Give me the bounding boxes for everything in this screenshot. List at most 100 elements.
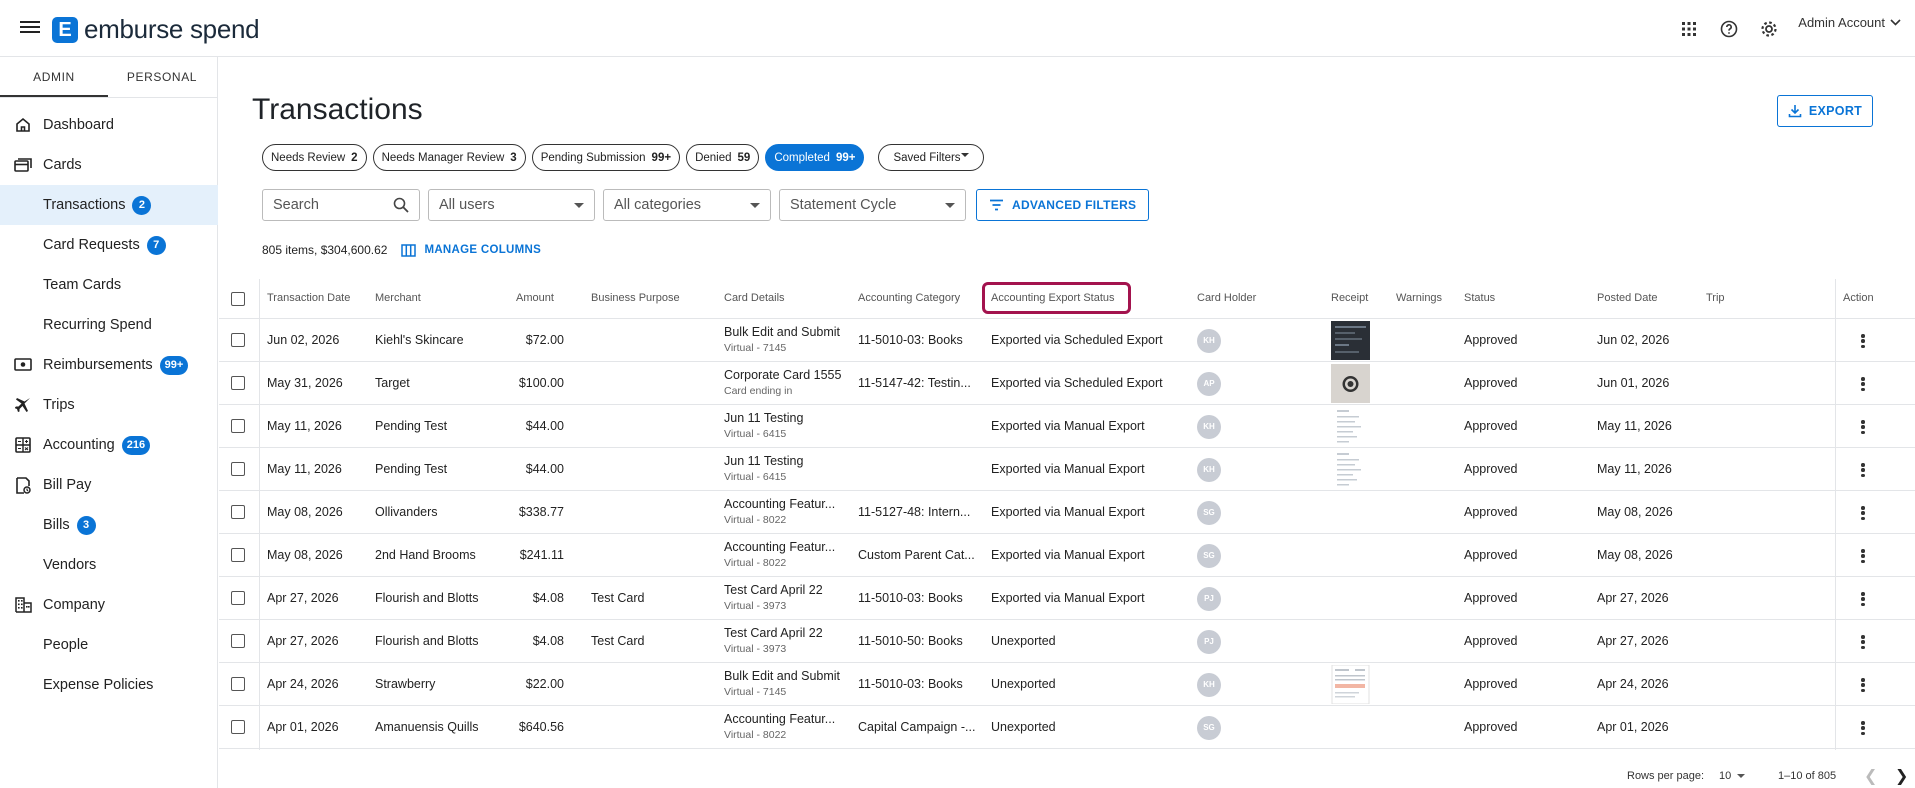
statement-cycle-select[interactable]: Statement Cycle (779, 189, 966, 221)
table-row[interactable]: May 31, 2026 Target $100.00 Corporate Card … (219, 362, 1915, 405)
filter-chip-pending-submission[interactable]: Pending Submission 99+ (531, 144, 681, 171)
search-placeholder: Search (273, 197, 319, 213)
sidebar-item-people[interactable]: People (0, 625, 218, 665)
sidebar-item-card-requests[interactable]: Card Requests 7 (0, 225, 218, 265)
receipt-thumbnail[interactable] (1331, 664, 1370, 705)
more-actions-icon[interactable] (1855, 418, 1871, 436)
export-status: Exported via Manual Export (991, 548, 1145, 562)
more-actions-icon[interactable] (1855, 719, 1871, 737)
amount: $44.00 (525, 419, 564, 433)
filter-chip-denied[interactable]: Denied 59 (686, 144, 760, 171)
export-button[interactable]: EXPORT (1777, 95, 1873, 127)
column-header-accounting-export-status[interactable]: Accounting Export Status (991, 292, 1115, 304)
table-row[interactable]: May 11, 2026 Pending Test $44.00 Jun 11 Tes… (219, 448, 1915, 491)
column-header-card-details[interactable]: Card Details (724, 292, 785, 304)
sidebar-item-trips[interactable]: Trips (0, 385, 218, 425)
apps-grid-icon[interactable] (1678, 18, 1700, 40)
more-actions-icon[interactable] (1855, 375, 1871, 393)
count-badge: 7 (146, 235, 166, 255)
column-header-status[interactable]: Status (1464, 292, 1495, 304)
column-header-posted-date[interactable]: Posted Date (1597, 292, 1658, 304)
sidebar-nav: Dashboard Cards Transactions 2 Card Requests… (0, 105, 218, 705)
more-actions-icon[interactable] (1855, 547, 1871, 565)
column-header-amount[interactable]: Amount (516, 292, 554, 304)
sidebar-item-accounting[interactable]: Accounting 216 (0, 425, 218, 465)
sidebar-item-cards[interactable]: Cards (0, 145, 218, 185)
help-icon[interactable] (1718, 18, 1740, 40)
row-checkbox[interactable] (231, 634, 245, 648)
column-header-transaction-date[interactable]: Transaction Date (267, 292, 350, 304)
export-status: Unexported (991, 720, 1056, 734)
column-header-receipt[interactable]: Receipt (1331, 292, 1368, 304)
table-row[interactable]: May 08, 2026 2nd Hand Brooms $241.11 Accoun… (219, 534, 1915, 577)
more-actions-icon[interactable] (1855, 461, 1871, 479)
column-header-business-purpose[interactable]: Business Purpose (591, 292, 680, 304)
column-header-warnings[interactable]: Warnings (1396, 292, 1442, 304)
sidebar-item-reimbursements[interactable]: Reimbursements 99+ (0, 345, 218, 385)
next-page-icon[interactable]: ❯ (1895, 766, 1908, 786)
more-actions-icon[interactable] (1855, 676, 1871, 694)
rows-per-page-select[interactable]: 10 (1719, 770, 1746, 782)
row-checkbox[interactable] (231, 376, 245, 390)
table-row[interactable]: May 11, 2026 Pending Test $44.00 Jun 11 Tes… (219, 405, 1915, 448)
sidebar-item-bill-pay[interactable]: Bill Pay (0, 465, 218, 505)
column-header-trip[interactable]: Trip (1706, 292, 1725, 304)
sidebar-item-team-cards[interactable]: Team Cards (0, 265, 218, 305)
receipt-thumbnail[interactable] (1331, 407, 1370, 446)
more-actions-icon[interactable] (1855, 332, 1871, 350)
amount: $338.77 (518, 505, 564, 519)
sidebar-item-dashboard[interactable]: Dashboard (0, 105, 218, 145)
filter-chip-needs-review[interactable]: Needs Review 2 (262, 144, 367, 171)
receipt-thumbnail[interactable] (1331, 364, 1370, 403)
select-all-checkbox[interactable] (231, 292, 245, 306)
settings-icon[interactable] (1758, 18, 1780, 40)
sidebar-item-recurring-spend[interactable]: Recurring Spend (0, 305, 218, 345)
column-header-card-holder[interactable]: Card Holder (1197, 292, 1256, 304)
receipt-thumbnail[interactable] (1331, 450, 1370, 489)
more-actions-icon[interactable] (1855, 633, 1871, 651)
row-checkbox[interactable] (231, 548, 245, 562)
row-checkbox[interactable] (231, 462, 245, 476)
table-row[interactable]: Jun 02, 2026 Kiehl's Skincare $72.00 Bulk E… (219, 319, 1915, 362)
row-checkbox[interactable] (231, 333, 245, 347)
manage-columns-button[interactable]: MANAGE COLUMNS (401, 243, 541, 257)
filter-chip-completed[interactable]: Completed 99+ (765, 144, 865, 171)
column-header-accounting-category[interactable]: Accounting Category (858, 292, 960, 304)
tab-admin[interactable]: ADMIN (0, 57, 108, 97)
table-row[interactable]: May 08, 2026 Ollivanders $338.77 Accounting… (219, 491, 1915, 534)
filter-icon (990, 199, 1003, 211)
column-header-merchant[interactable]: Merchant (375, 292, 421, 304)
more-actions-icon[interactable] (1855, 504, 1871, 522)
tab-personal[interactable]: PERSONAL (108, 57, 216, 97)
sidebar-item-transactions[interactable]: Transactions 2 (0, 185, 218, 225)
brand-logo[interactable]: E emburse spend (52, 14, 260, 45)
filter-chip-needs-manager-review[interactable]: Needs Manager Review 3 (372, 144, 526, 171)
posted-date: May 11, 2026 (1597, 419, 1672, 433)
status: Approved (1464, 720, 1518, 734)
account-menu[interactable]: Admin Account (1798, 15, 1901, 30)
more-actions-icon[interactable] (1855, 590, 1871, 608)
row-checkbox[interactable] (231, 677, 245, 691)
export-status: Exported via Scheduled Export (991, 376, 1163, 390)
menu-icon[interactable] (20, 18, 40, 36)
row-checkbox[interactable] (231, 720, 245, 734)
table-row[interactable]: Apr 01, 2026 Amanuensis Quills $640.56 Acco… (219, 706, 1915, 749)
row-checkbox[interactable] (231, 591, 245, 605)
prev-page-icon[interactable]: ❮ (1864, 766, 1877, 786)
advanced-filters-button[interactable]: ADVANCED FILTERS (976, 189, 1150, 221)
categories-select[interactable]: All categories (603, 189, 771, 221)
row-checkbox[interactable] (231, 505, 245, 519)
row-checkbox[interactable] (231, 419, 245, 433)
table-row[interactable]: Apr 27, 2026 Flourish and Blotts $4.08 Test… (219, 577, 1915, 620)
sidebar-item-expense-policies[interactable]: Expense Policies (0, 665, 218, 705)
table-row[interactable]: Apr 27, 2026 Flourish and Blotts $4.08 Test… (219, 620, 1915, 663)
saved-filters-button[interactable]: Saved Filters (878, 144, 984, 171)
table-row[interactable]: Apr 24, 2026 Strawberry $22.00 Bulk Edit an… (219, 663, 1915, 706)
sidebar-item-vendors[interactable]: Vendors (0, 545, 218, 585)
users-select[interactable]: All users (428, 189, 595, 221)
receipt-thumbnail[interactable] (1331, 321, 1370, 360)
sidebar-item-bills[interactable]: Bills 3 (0, 505, 218, 545)
search-input[interactable]: Search (262, 189, 420, 221)
column-header-action[interactable]: Action (1843, 292, 1874, 304)
sidebar-item-company[interactable]: Company (0, 585, 218, 625)
